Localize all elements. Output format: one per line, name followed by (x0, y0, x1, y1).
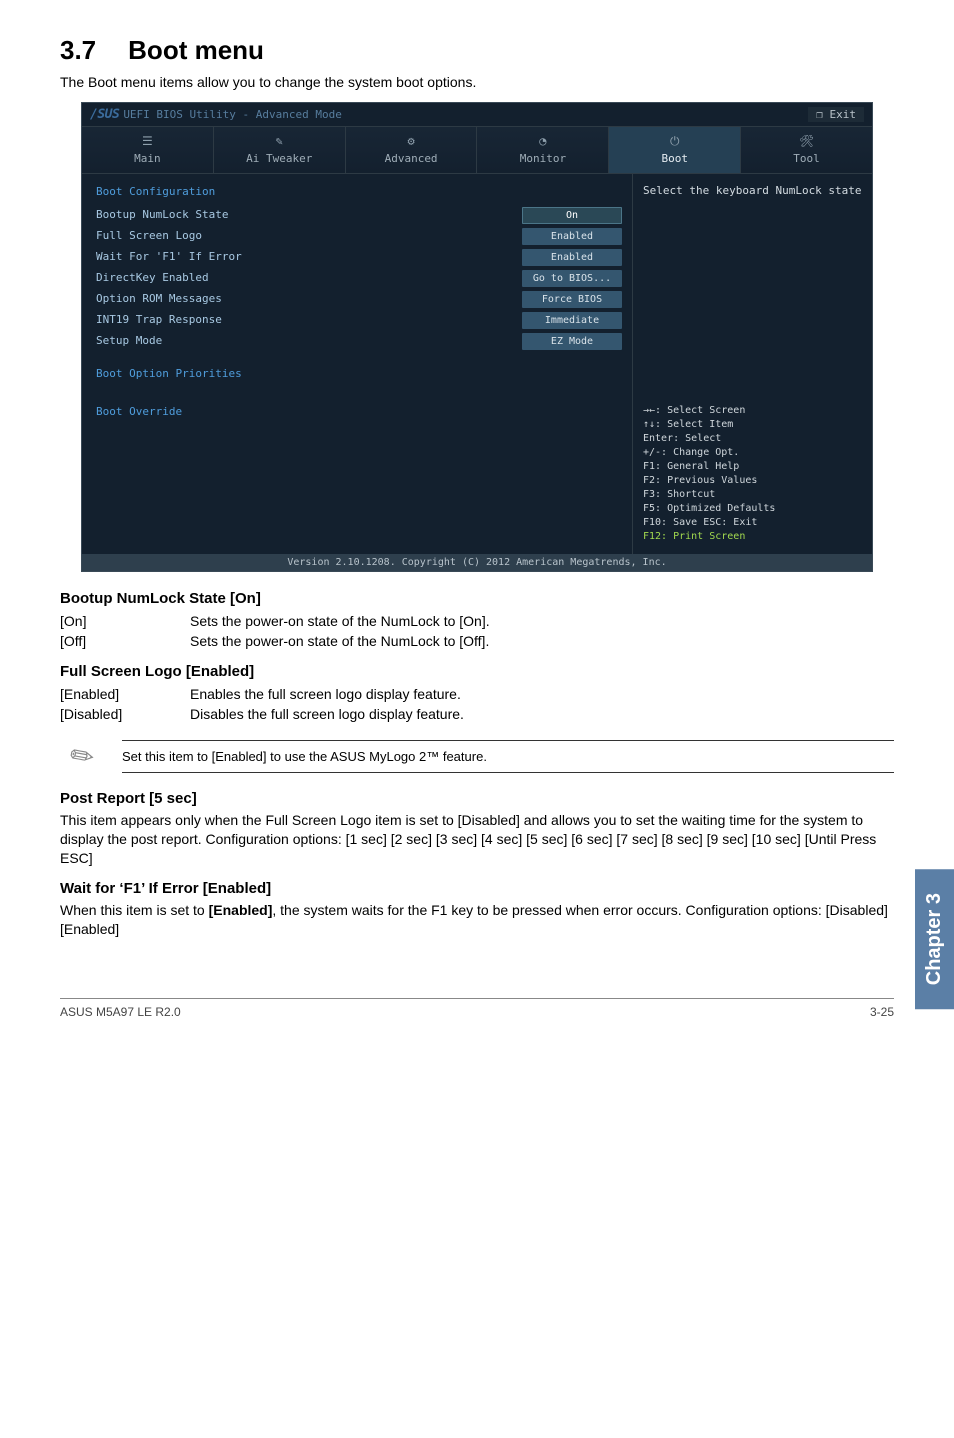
advanced-icon: ⚙ (407, 133, 414, 149)
fullscreen-dis-desc: Disables the full screen logo display fe… (190, 704, 464, 724)
fullscreen-options-table: [Enabled] Enables the full screen logo d… (60, 684, 464, 724)
waitf1-body: When this item is set to [Enabled], the … (60, 901, 894, 939)
key-change-opt: +/-: Change Opt. (643, 446, 862, 460)
row-numlock[interactable]: Bootup NumLock State On (96, 207, 622, 224)
waitf1-heading: Wait for ‘F1’ If Error [Enabled] (60, 880, 894, 897)
boot-priorities-section[interactable]: Boot Option Priorities (96, 366, 622, 383)
post-heading: Post Report [5 sec] (60, 790, 894, 807)
tab-mon-label: Monitor (520, 152, 566, 165)
waitf1-value[interactable]: Enabled (522, 249, 622, 266)
bios-tab-bar: ☰ Main ✎ Ai Tweaker ⚙ Advanced ◔ Monitor… (82, 127, 872, 174)
directkey-label: DirectKey Enabled (96, 270, 522, 287)
chapter-tab: Chapter 3 (915, 869, 954, 1009)
key-select-screen: →←: Select Screen (643, 404, 862, 418)
tab-ai-tweaker[interactable]: ✎ Ai Tweaker (214, 127, 346, 173)
bios-window: /SUS UEFI BIOS Utility - Advanced Mode ❐… (81, 102, 873, 572)
footer-model: ASUS M5A97 LE R2.0 (60, 1005, 181, 1019)
monitor-icon: ◔ (539, 133, 546, 149)
tab-ai-label: Ai Tweaker (246, 152, 312, 165)
key-legend: →←: Select Screen ↑↓: Select Item Enter:… (643, 404, 862, 544)
row-optionrom[interactable]: Option ROM Messages Force BIOS (96, 291, 622, 308)
row-setupmode[interactable]: Setup Mode EZ Mode (96, 333, 622, 350)
key-f1: F1: General Help (643, 460, 862, 474)
directkey-value[interactable]: Go to BIOS... (522, 270, 622, 287)
bios-help-panel: Select the keyboard NumLock state →←: Se… (632, 174, 872, 554)
row-waitf1[interactable]: Wait For 'F1' If Error Enabled (96, 249, 622, 266)
row-fullscreen[interactable]: Full Screen Logo Enabled (96, 228, 622, 245)
exit-label: Exit (830, 108, 857, 121)
waitf1-pre: When this item is set to (60, 902, 209, 918)
tweaker-icon: ✎ (276, 133, 283, 149)
numlock-off-key: [Off] (60, 631, 190, 651)
section-number: 3.7 (60, 35, 96, 65)
intro-text: The Boot menu items allow you to change … (60, 74, 894, 90)
footer-page: 3-25 (870, 1005, 894, 1019)
waitf1-label: Wait For 'F1' If Error (96, 249, 522, 266)
optionrom-label: Option ROM Messages (96, 291, 522, 308)
tab-monitor[interactable]: ◔ Monitor (477, 127, 609, 173)
tool-icon: 🛠 (799, 133, 814, 149)
numlock-on-row: [On] Sets the power-on state of the NumL… (60, 611, 490, 631)
fullscreen-en-desc: Enables the full screen logo display fea… (190, 684, 464, 704)
help-text: Select the keyboard NumLock state (643, 184, 862, 398)
waitf1-bold: [Enabled] (209, 902, 273, 918)
fullscreen-value[interactable]: Enabled (522, 228, 622, 245)
tab-boot[interactable]: ⏻ Boot (609, 127, 741, 173)
bios-titlebar: /SUS UEFI BIOS Utility - Advanced Mode ❐… (82, 103, 872, 127)
fullscreen-heading: Full Screen Logo [Enabled] (60, 663, 894, 680)
post-body: This item appears only when the Full Scr… (60, 811, 894, 868)
exit-button[interactable]: ❐ Exit (808, 107, 864, 122)
fullscreen-label: Full Screen Logo (96, 228, 522, 245)
fullscreen-dis-row: [Disabled] Disables the full screen logo… (60, 704, 464, 724)
bios-options-panel: Boot Configuration Bootup NumLock State … (82, 174, 632, 554)
key-f12: F12: Print Screen (643, 530, 862, 544)
bios-brand-logo: /SUS (90, 107, 119, 122)
setupmode-label: Setup Mode (96, 333, 522, 350)
numlock-on-desc: Sets the power-on state of the NumLock t… (190, 611, 490, 631)
tab-tool[interactable]: 🛠 Tool (741, 127, 872, 173)
tab-boot-label: Boot (661, 152, 688, 165)
key-f5: F5: Optimized Defaults (643, 502, 862, 516)
optionrom-value[interactable]: Force BIOS (522, 291, 622, 308)
note-text: Set this item to [Enabled] to use the AS… (122, 740, 894, 773)
bios-subtitle: UEFI BIOS Utility - Advanced Mode (123, 108, 342, 121)
numlock-options-table: [On] Sets the power-on state of the NumL… (60, 611, 490, 651)
tab-main[interactable]: ☰ Main (82, 127, 214, 173)
power-icon: ⏻ (670, 133, 680, 149)
row-int19[interactable]: INT19 Trap Response Immediate (96, 312, 622, 329)
tab-tool-label: Tool (793, 152, 820, 165)
tab-main-label: Main (134, 152, 161, 165)
list-icon: ☰ (142, 133, 153, 149)
config-header: Boot Configuration (96, 184, 622, 201)
key-f2: F2: Previous Values (643, 474, 862, 488)
page-footer: ASUS M5A97 LE R2.0 3-25 (60, 998, 894, 1019)
fullscreen-dis-key: [Disabled] (60, 704, 190, 724)
key-f3: F3: Shortcut (643, 488, 862, 502)
int19-label: INT19 Trap Response (96, 312, 522, 329)
section-heading: 3.7 Boot menu (60, 35, 894, 66)
numlock-on-key: [On] (60, 611, 190, 631)
bios-body: Boot Configuration Bootup NumLock State … (82, 174, 872, 554)
key-f10: F10: Save ESC: Exit (643, 516, 862, 530)
numlock-value[interactable]: On (522, 207, 622, 224)
fullscreen-en-key: [Enabled] (60, 684, 190, 704)
fullscreen-en-row: [Enabled] Enables the full screen logo d… (60, 684, 464, 704)
int19-value[interactable]: Immediate (522, 312, 622, 329)
numlock-off-row: [Off] Sets the power-on state of the Num… (60, 631, 490, 651)
boot-override-section[interactable]: Boot Override (96, 404, 622, 421)
key-enter: Enter: Select (643, 432, 862, 446)
tab-advanced[interactable]: ⚙ Advanced (346, 127, 478, 173)
tab-adv-label: Advanced (385, 152, 438, 165)
setupmode-value[interactable]: EZ Mode (522, 333, 622, 350)
bios-copyright: Version 2.10.1208. Copyright (C) 2012 Am… (82, 554, 872, 571)
pencil-icon: ✎ (51, 725, 112, 786)
numlock-heading: Bootup NumLock State [On] (60, 590, 894, 607)
note-box: ✎ Set this item to [Enabled] to use the … (60, 734, 894, 778)
numlock-label: Bootup NumLock State (96, 207, 522, 224)
section-title-text: Boot menu (128, 35, 264, 65)
numlock-off-desc: Sets the power-on state of the NumLock t… (190, 631, 490, 651)
row-directkey[interactable]: DirectKey Enabled Go to BIOS... (96, 270, 622, 287)
key-select-item: ↑↓: Select Item (643, 418, 862, 432)
